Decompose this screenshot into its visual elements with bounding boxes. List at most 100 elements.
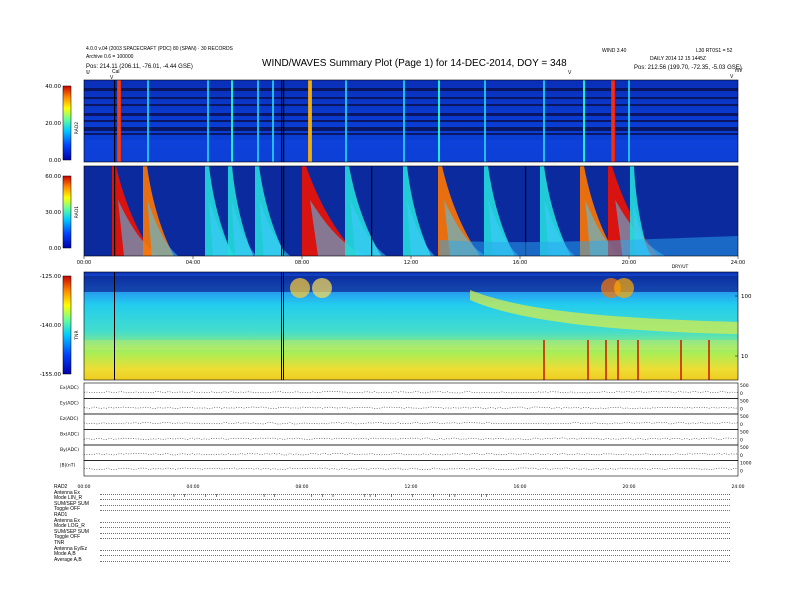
rad2-colorbar xyxy=(62,85,72,161)
tnr-spike xyxy=(708,340,710,380)
tnr-right-tick: 10 xyxy=(741,354,748,360)
tnr-data-gap xyxy=(114,272,115,380)
line-plots: Ex(ADC) 5000Ey(ADC) 5000Ez(ADC) 5000Bx(ADC)… xyxy=(60,382,752,497)
status-dotted-line xyxy=(100,493,730,495)
line-plot-label: Bx(ADC) xyxy=(60,432,79,438)
line-plot-x-tick: 20:00 xyxy=(623,484,636,490)
tnr-data-gap xyxy=(281,272,282,380)
rad2-burst xyxy=(583,80,585,162)
status-dotted-line xyxy=(100,538,730,540)
tnr-top-band xyxy=(84,276,738,292)
tnr-burst-blob xyxy=(312,278,332,298)
tnr-spike xyxy=(605,340,607,380)
rad2-interference-band xyxy=(84,133,738,135)
rad2-interference-band xyxy=(84,113,738,116)
time-tick-label: 16:00 xyxy=(513,260,527,266)
rad2-interference-band xyxy=(84,88,738,91)
rad2-strong-burst xyxy=(611,80,615,162)
rad2-strong-burst xyxy=(308,80,312,162)
tnr-lower-band xyxy=(84,340,738,350)
status-dotted-line xyxy=(100,527,730,529)
time-tick-label: 04:00 xyxy=(186,260,200,266)
line-plot-label: |B|(nT) xyxy=(60,463,75,469)
rad2-burst xyxy=(543,80,545,162)
status-dotted-line xyxy=(100,510,730,512)
time-tick-label: 20:00 xyxy=(622,260,636,266)
tnr-burst-blob xyxy=(614,278,634,298)
tnr-data-gap xyxy=(283,272,284,380)
line-plot-label: Ey(ADC) xyxy=(60,401,79,407)
status-dotted-line xyxy=(100,504,730,506)
rad2-burst xyxy=(484,80,486,162)
summary-plot-canvas: Ex(ADC) 5000Ey(ADC) 5000Ez(ADC) 5000Bx(ADC)… xyxy=(40,79,752,497)
rad1-colorbar xyxy=(62,175,72,249)
line-plot-frame xyxy=(83,444,739,461)
line-plot-x-tick: 24:00 xyxy=(732,484,745,490)
tnr-spike xyxy=(587,340,589,380)
line-plot-x-tick: 04:00 xyxy=(187,484,200,490)
rad2-interference-band xyxy=(84,104,738,106)
line-plot-label: Ez(ADC) xyxy=(60,416,79,422)
panel-name-label: RAD2 xyxy=(74,122,80,134)
line-plot-right-tick: 0 xyxy=(740,407,743,413)
rad2-interference-band xyxy=(84,97,738,99)
time-tick-label: 08:00 xyxy=(295,260,309,266)
colorbar-tick-label: 20.00 xyxy=(45,121,61,127)
line-plot-frame xyxy=(83,413,739,430)
rad2-interference-band xyxy=(84,127,738,131)
line-plot-x-tick: 16:00 xyxy=(514,484,527,490)
rad2-burst xyxy=(272,80,274,162)
line-plot-trace xyxy=(83,467,739,470)
line-plot-right-tick: 0 xyxy=(740,438,743,444)
rad2-burst xyxy=(207,80,209,162)
colorbar-tick-label: -140.00 xyxy=(40,323,62,329)
corner-label: DRY/UT xyxy=(672,264,689,270)
panel-name-label: RAD1 xyxy=(74,206,80,218)
rad1-data-gap xyxy=(371,166,373,256)
status-dotted-line xyxy=(100,532,730,534)
line-plot-trace xyxy=(83,453,739,456)
rad2-burst xyxy=(438,80,440,162)
tnr-spike xyxy=(543,340,545,380)
rad2-strong-burst xyxy=(117,80,121,162)
line-plot-trace xyxy=(83,422,739,425)
rad2-spectrogram xyxy=(83,79,739,163)
rad2-interference-band xyxy=(84,120,738,122)
time-tick-label: 12:00 xyxy=(404,260,418,266)
status-dotted-line xyxy=(100,521,730,523)
rad1-data-gap xyxy=(283,166,285,256)
rad2-burst xyxy=(231,80,233,162)
rad2-data-gap xyxy=(283,80,285,162)
line-plot-right-tick: 0 xyxy=(740,453,743,459)
rad2-burst xyxy=(345,80,347,162)
rad2-data-gap xyxy=(281,80,283,162)
line-plot-x-tick: 08:00 xyxy=(296,484,309,490)
colorbar-tick-label: -125.00 xyxy=(40,274,62,280)
colorbar-tick-label: 60.00 xyxy=(45,174,61,180)
colorbar-tick-label: -155.00 xyxy=(40,372,62,378)
status-dotted-line xyxy=(100,555,730,557)
tnr-spike xyxy=(680,340,682,380)
colorbar-tick-label: 0.00 xyxy=(49,158,62,164)
tnr-spike xyxy=(617,340,619,380)
line-plot-right-tick: 1000 xyxy=(740,461,752,467)
rad2-burst xyxy=(147,80,149,162)
rad2-data-gap xyxy=(114,80,116,162)
time-tick-label: 24:00 xyxy=(731,260,745,266)
line-plot-right-tick: 500 xyxy=(740,430,749,436)
colorbar-tick-label: 40.00 xyxy=(45,84,61,90)
line-plot-trace xyxy=(83,406,739,409)
status-dotted-line xyxy=(100,499,730,501)
line-plot-right-tick: 500 xyxy=(740,399,749,405)
status-dotted-line xyxy=(100,549,730,551)
line-plot-label: Ex(ADC) xyxy=(60,385,79,391)
rad2-burst xyxy=(257,80,259,162)
line-plot-frame xyxy=(83,398,739,415)
line-plot-right-tick: 500 xyxy=(740,445,749,451)
line-plot-right-tick: 500 xyxy=(740,383,749,389)
tnr-spike xyxy=(637,340,639,380)
line-plot-trace xyxy=(83,437,739,440)
rad1-data-gap xyxy=(281,166,283,256)
rad1-data-gap xyxy=(114,166,116,256)
status-dotted-line xyxy=(100,560,730,562)
